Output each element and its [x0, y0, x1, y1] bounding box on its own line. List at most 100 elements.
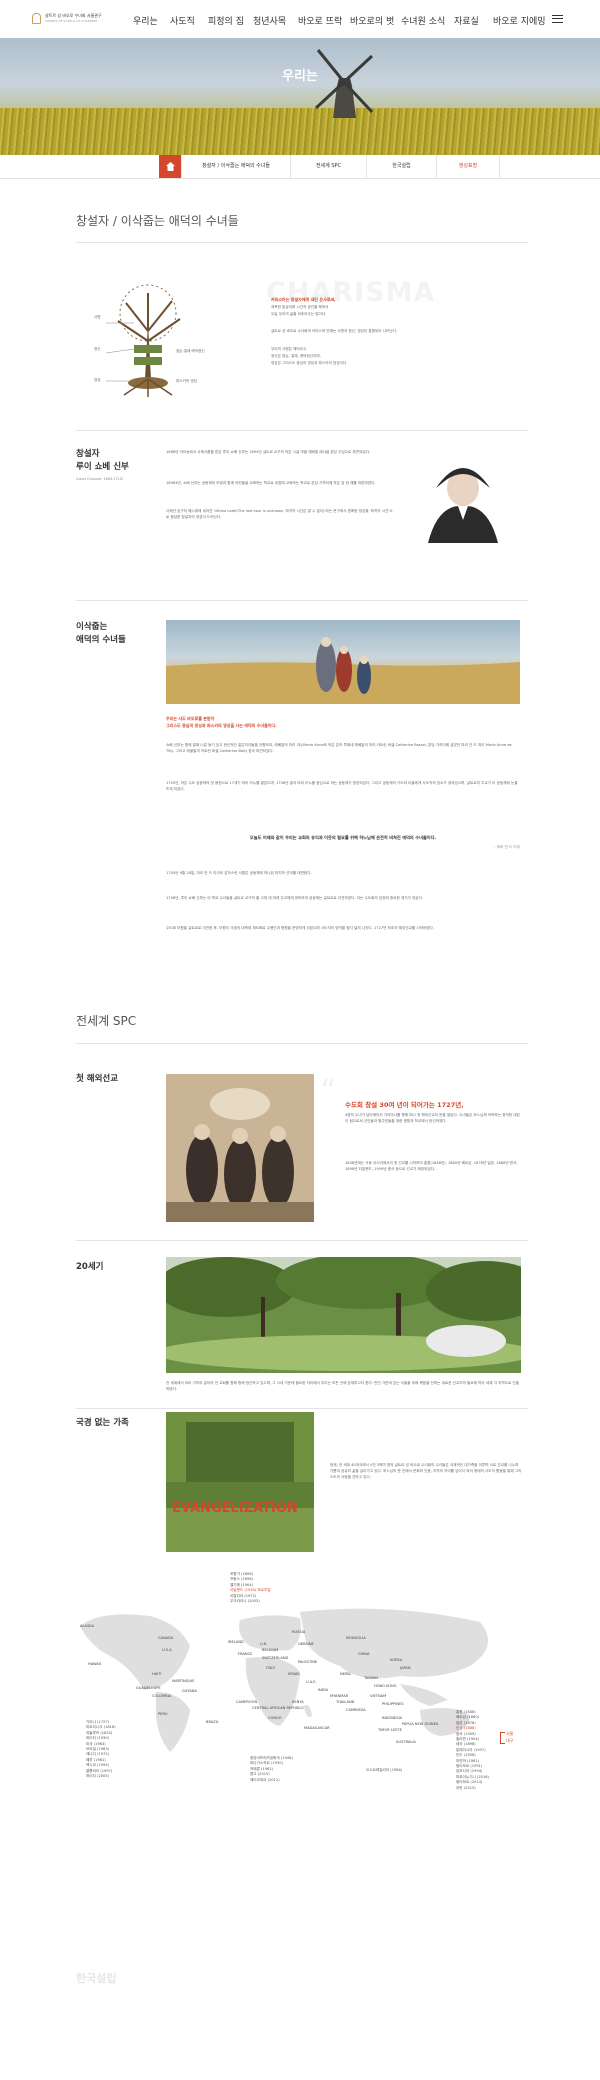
sisters-text-2: 1700년, 작은 수도 공동체의 첫 봉헌으로 17세기 마리 아누를 맡았으…	[166, 781, 518, 792]
divider	[76, 600, 528, 601]
family-title: 국경 없는 가족	[76, 1418, 129, 1428]
map-list-item: 에티오피아 (2012)	[250, 1777, 280, 1782]
tree-label-spirit: 정신	[94, 347, 101, 351]
tree-label-mission: 사명	[94, 315, 101, 319]
nav-item-news[interactable]: 수녀원 소식	[401, 14, 445, 27]
founder-text-3: 사제관 입구의 해시계에 새겨진 'Ultima Latet(The last …	[166, 509, 393, 520]
map-city: CANADA	[158, 1636, 174, 1640]
sisters-title-2: 애덕의 수녀들	[76, 635, 126, 645]
sisters-text-3: 1700년 9월 28일, 마리 안 드 티이의 갑작스런 서원은 공동체에 하…	[166, 871, 312, 875]
map-city: MADAGASCAR	[304, 1726, 330, 1730]
sisters-title-1: 이삭줍는	[76, 622, 108, 632]
map-list-item: 이란 (2015)	[456, 1785, 476, 1790]
map-city: RUSSIA	[292, 1630, 306, 1634]
map-list-item: 우크라이나 (2003)	[230, 1599, 260, 1604]
hamburger-menu-icon[interactable]	[552, 15, 563, 23]
map-city: THAILAND	[336, 1700, 355, 1704]
korea-bracket	[500, 1732, 505, 1744]
sisters-text-4: 1708년, 루이 쇼베 신부는 이 학교 수녀들을 샬트르 교구의 폴 고데 …	[166, 896, 424, 900]
nav-item-archive[interactable]: 자료실	[454, 14, 479, 27]
century-title: 20세기	[76, 1262, 104, 1272]
nav-item-youth[interactable]: 청년사목	[253, 14, 286, 27]
home-button[interactable]	[159, 155, 181, 178]
map-city: PAPUA NEW GUINEA	[402, 1722, 439, 1726]
nav-item-jieming[interactable]: 바오로 지에밍	[493, 14, 546, 27]
nav-item-apostolate[interactable]: 사도직	[170, 14, 195, 27]
top-navigation: 샬트르 성 바오로 수녀회 서울관구 SISTERS OF ST.PAUL OF…	[0, 0, 600, 38]
charisma-lead-3: 오늘 우리의 삶을 비추어주는 빛이다.	[271, 312, 327, 316]
nav-item-about[interactable]: 우리는	[133, 14, 158, 27]
map-city: INDONESIA	[382, 1716, 403, 1720]
map-city: U.K.	[260, 1642, 268, 1646]
section-title-world: 전세계 SPC	[76, 1014, 137, 1028]
family-text: 현재, 전 세계 40개국에서 4천 3백여 명의 샬트르 성 바오로 수녀회의…	[330, 1463, 522, 1480]
divider	[76, 430, 528, 431]
map-city: MYANMAR	[330, 1694, 349, 1698]
founder-subtitle: (Louis Chauvet, 1664-1710)	[76, 477, 124, 481]
map-city: KENYA	[292, 1700, 304, 1704]
founder-title-2: 루이 쇼베 신부	[76, 462, 129, 472]
sisters-red-2: 그리스도 중심의 영성과 파스카의 영성을 사는 애덕의 수녀들이다.	[166, 723, 277, 728]
map-city: ITALY	[266, 1666, 276, 1670]
map-city: FRANCE	[238, 1652, 253, 1656]
korea-city-daegu: 대구	[506, 1738, 514, 1743]
map-city: IRELAND	[228, 1640, 244, 1644]
tab-spirituality[interactable]: 영성표방	[436, 155, 500, 178]
map-city: CHINA	[358, 1652, 370, 1656]
mission-text-2: 1848년에는 극동 아시아에서의 첫 선교를 시작하여 홍콩(1848년), …	[345, 1161, 518, 1172]
logo-icon[interactable]	[32, 13, 41, 24]
korea-city-labels: 서울 대구	[506, 1730, 513, 1744]
tree-label-paschal: 파스카의 영성	[176, 379, 197, 383]
divider	[76, 1408, 528, 1409]
map-city: VIETNAM	[370, 1694, 387, 1698]
map-city: GUYANA	[182, 1689, 197, 1693]
map-city: UKRAINE	[298, 1642, 314, 1646]
map-city: U.A.E.	[306, 1680, 317, 1684]
quote-mark-icon: “	[320, 1074, 336, 1109]
nav-item-retreat[interactable]: 피정의 집	[208, 14, 244, 27]
map-label-australia: 오스트레일리아 (1984)	[366, 1768, 403, 1772]
map-list-africa: 중앙아프리카공화국 (1946) 마다가스카르 (1950) 카메룬 (1962…	[250, 1756, 293, 1783]
home-icon	[165, 162, 175, 171]
korea-city-seoul: 서울	[506, 1731, 514, 1736]
founder-portrait	[428, 468, 498, 543]
founder-title-1: 창설자	[76, 449, 100, 459]
tab-korea[interactable]: 한국설립	[366, 155, 436, 178]
sisters-text-1: 쇼베 신부는 함께 일해 나갈 동기 있고 헌신적인 젊은처녀들을 규합하여, …	[166, 743, 512, 754]
century-text: 전 세계에서 여러 가지의 분야의 전 교회를 향해 함께 헌신하고 있으며, …	[166, 1381, 520, 1392]
map-city: CENTRAL AFRICAN REPUBLIC	[252, 1706, 305, 1710]
mission-painting	[166, 1074, 314, 1222]
map-city: TAIWAN	[364, 1676, 378, 1680]
map-city: BRAZIL	[206, 1720, 219, 1724]
nav-item-friends[interactable]: 바오로의 벗	[350, 14, 394, 27]
tree-label-spirituality: 영성	[94, 378, 101, 382]
map-city: NEPAL	[340, 1672, 352, 1676]
charisma-text-3b: 정신은 겸손, 절제, 애덕정신이며,	[271, 354, 321, 358]
map-city: CAMEROON	[236, 1700, 258, 1704]
century-photo	[166, 1257, 521, 1373]
sisters-red-1: 우리는 사도 바오로를 본받아	[166, 716, 215, 721]
family-photo: EVANGELIZATION	[166, 1412, 314, 1552]
nav-item-garden[interactable]: 바오로 뜨락	[298, 14, 342, 27]
map-city: PALESTINE	[298, 1660, 318, 1664]
map-list-americas: 기아나 (1727) 마르티니크 (1818) 과들루프 (1820) 하이티 …	[86, 1720, 116, 1779]
tree-label-virtue: 겸손·절제·애덕정신	[176, 349, 205, 353]
map-city: CAMBODIA	[346, 1708, 366, 1712]
map-city: MARTINIQUE	[172, 1679, 195, 1683]
hero-banner: 우리는	[0, 38, 600, 155]
map-city: PERU	[158, 1712, 168, 1716]
map-city: HAITI	[152, 1672, 162, 1676]
map-city: INDIA	[318, 1688, 329, 1692]
map-city: SWITZERLAND	[262, 1656, 289, 1660]
charisma-lead: 카리스마는 창설자에게 내린 은사로써,	[271, 296, 336, 303]
divider	[76, 1240, 528, 1241]
family-photo-letters: EVANGELIZATION	[172, 1501, 298, 1516]
map-city: JAPAN	[400, 1666, 411, 1670]
map-city: GUADELOUPE	[136, 1686, 161, 1690]
map-city: MONGOLIA	[346, 1636, 366, 1640]
map-city: ISRAEL	[288, 1672, 301, 1676]
map-city: HAWAII	[88, 1662, 101, 1666]
tab-world-spc[interactable]: 전세계 SPC	[290, 155, 366, 178]
map-list-europe: 포항가 (1696) 프랑스 (1696) 벨기에 (1904) 아일랜드 (1…	[230, 1572, 271, 1604]
tab-founder[interactable]: 창설자 / 이삭줍는 애덕의 수녀들	[181, 155, 290, 178]
